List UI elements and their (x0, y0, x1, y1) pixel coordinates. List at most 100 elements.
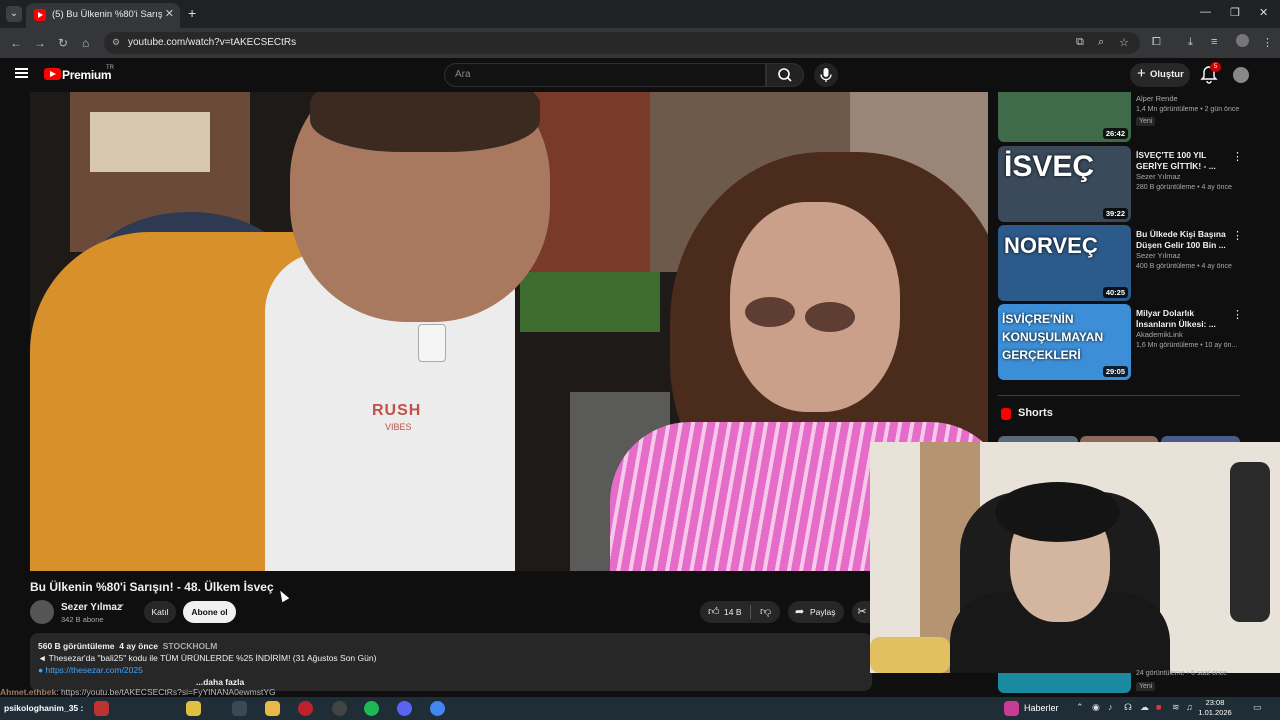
tray-mic-icon[interactable]: ♪ (1108, 702, 1113, 712)
show-more-button[interactable]: ...daha fazla (196, 677, 244, 687)
video-player[interactable]: RUSH VIBES (30, 92, 988, 571)
video-title[interactable]: Milyar Dolarlık İnsanların Ülkesi: ... (1136, 308, 1228, 330)
shorts-heading: Shorts (1018, 407, 1053, 419)
tray-expand-icon[interactable]: ⌃ (1076, 702, 1084, 713)
description-box[interactable]: 560 B görüntüleme 4 ay önce STOCKHOLM ◄ … (30, 633, 872, 691)
download-icon[interactable]: ⤓ (1188, 36, 1193, 49)
tray-app-icon[interactable]: ◉ (1092, 702, 1100, 713)
address-bar[interactable]: ⚙ youtube.com/watch?v=tAKECSECtRs ⧉ ⌕ ☆ (104, 32, 1140, 54)
youtube-premium-logo[interactable]: Premium (62, 68, 112, 82)
recommended-video[interactable]: İSVİÇRE'NİN KONUŞULMAYAN GERÇEKLERİ 29:0… (998, 304, 1248, 380)
description-line: ◄ Thesezar'da "bali25" kodu ile TÜM ÜRÜN… (38, 653, 377, 663)
more-options-icon[interactable]: ⋮ (1232, 150, 1243, 163)
shorts-icon (1001, 408, 1011, 420)
reload-icon[interactable]: ↻ (58, 36, 68, 50)
clip-scissors-icon[interactable]: ✂ (852, 601, 872, 623)
pinned-app-icon[interactable] (94, 701, 109, 716)
channel-name[interactable]: Sezer Yılmaz (61, 602, 122, 613)
recommended-video[interactable]: 24 görüntüleme • 6 saat önce Yeni (998, 670, 1248, 693)
volume-icon[interactable]: ♫ (1186, 702, 1193, 712)
home-icon[interactable]: ⌂ (82, 36, 89, 50)
recommended-video[interactable]: İSVEÇ 39:22 İSVEÇ'TE 100 YIL GERİYE GİTT… (998, 146, 1248, 222)
browser-menu-icon[interactable]: ⋮ (1262, 36, 1273, 49)
video-channel[interactable]: Sezer Yılmaz (1136, 172, 1180, 181)
system-clock[interactable]: 23:08 1.01.2026 (1196, 698, 1234, 718)
forward-icon[interactable]: → (34, 36, 46, 50)
video-meta: 1,6 Mn görüntüleme • 10 ay ön... (1136, 342, 1238, 349)
chrome-icon[interactable] (430, 701, 445, 716)
media-control-icon[interactable]: ≡ (1211, 36, 1217, 48)
thumbs-down-icon[interactable]: 👎︎ (760, 605, 771, 618)
verified-check-icon: ✔ (118, 602, 125, 611)
search-button[interactable] (766, 63, 804, 87)
recommended-video[interactable]: NORVEÇ 40:25 Bu Ülkede Kişi Başına Düşen… (998, 225, 1248, 301)
task-view-icon[interactable] (232, 701, 247, 716)
windows-taskbar: psikologhanim_35 : Haberler ⌃ ◉ ♪ ☊ ☁ ■ … (0, 697, 1280, 720)
browser-tab-bar: ⌄ (5) Bu Ülkenin %80'i Sarışın! - 48. Ül… (0, 0, 1280, 28)
news-widget-label[interactable]: Haberler (1024, 703, 1059, 713)
plus-icon: + (1137, 65, 1146, 82)
discord-icon[interactable] (397, 701, 412, 716)
video-meta: 24 görüntüleme • 6 saat önce (1136, 670, 1228, 677)
share-button[interactable]: ➦ Paylaş (788, 601, 844, 623)
video-thumbnail[interactable]: 26:42 (998, 92, 1131, 142)
wifi-icon[interactable]: ≋ (1172, 702, 1180, 713)
opera-icon[interactable] (298, 701, 313, 716)
more-options-icon[interactable]: ⋮ (1232, 229, 1243, 242)
tab-search-dropdown-icon[interactable]: ⌄ (6, 6, 22, 22)
location-tag[interactable]: STOCKHOLM (163, 641, 218, 651)
tab-close-icon[interactable]: ✕ (165, 7, 174, 20)
extensions-icon[interactable]: ⧠ (1152, 36, 1161, 49)
spotify-icon[interactable] (364, 701, 379, 716)
thumbnail-text: İSVEÇ (1004, 150, 1095, 183)
restore-icon[interactable]: ❐ (1230, 6, 1240, 19)
video-title[interactable]: İSVEÇ'TE 100 YIL GERİYE GİTTİK! - ... (1136, 150, 1228, 172)
description-link-text[interactable]: https://thesezar.com/2025 (46, 665, 143, 675)
video-channel[interactable]: AkademikLink (1136, 330, 1183, 339)
address-url: youtube.com/watch?v=tAKECSECtRs (128, 37, 297, 48)
join-button[interactable]: Katıl (144, 601, 176, 623)
zoom-icon[interactable]: ⌕ (1098, 36, 1104, 49)
video-thumbnail[interactable]: İSVEÇ 39:22 (998, 146, 1131, 222)
back-icon[interactable]: ← (10, 36, 22, 50)
site-info-icon[interactable]: ⚙ (112, 37, 120, 48)
copilot-icon[interactable] (186, 701, 201, 716)
tray-cloud-icon[interactable]: ☁ (1140, 702, 1149, 713)
obs-icon[interactable] (332, 701, 347, 716)
more-options-icon[interactable]: ⋮ (1232, 308, 1243, 321)
menu-icon[interactable] (15, 68, 28, 78)
video-channel[interactable]: Alper Rende (1136, 94, 1178, 103)
subscribe-button[interactable]: Abone ol (183, 601, 236, 623)
file-explorer-icon[interactable] (265, 701, 280, 716)
tray-headset-icon[interactable]: ☊ (1124, 702, 1132, 713)
profile-avatar[interactable] (1236, 34, 1249, 47)
channel-avatar[interactable] (30, 600, 54, 624)
notifications-button[interactable]: 5 (1200, 62, 1221, 84)
video-thumbnail[interactable]: İSVİÇRE'NİN KONUŞULMAYAN GERÇEKLERİ 29:0… (998, 304, 1131, 380)
video-title[interactable]: Bu Ülkede Kişi Başına Düşen Gelir 100 Bi… (1136, 229, 1228, 251)
voice-search-button[interactable] (814, 63, 838, 87)
browser-tab[interactable]: (5) Bu Ülkenin %80'i Sarışın! - 48. Ülke… (26, 3, 180, 28)
close-window-icon[interactable]: ✕ (1259, 6, 1268, 19)
thumbs-up-icon[interactable]: 👍︎ (708, 605, 720, 618)
description-meta: 560 B görüntüleme 4 ay önce STOCKHOLM (38, 641, 217, 651)
notification-center-icon[interactable]: ▭ (1253, 702, 1262, 713)
search-input[interactable]: Ara (444, 63, 766, 87)
video-channel[interactable]: Sezer Yılmaz (1136, 251, 1180, 260)
video-thumbnail[interactable] (998, 673, 1131, 693)
tray-antivirus-icon[interactable]: ■ (1156, 702, 1161, 712)
new-tab-icon[interactable]: + (188, 5, 196, 21)
youtube-logo-icon[interactable] (44, 68, 61, 80)
news-widget-icon[interactable] (1004, 701, 1019, 716)
bookmark-star-icon[interactable]: ☆ (1119, 36, 1129, 49)
create-button[interactable]: + Oluştur (1130, 63, 1190, 87)
account-avatar[interactable] (1233, 67, 1249, 83)
minimize-icon[interactable]: — (1200, 6, 1211, 18)
thumbnail-text: NORVEÇ (1004, 233, 1098, 258)
video-thumbnail[interactable]: NORVEÇ 40:25 (998, 225, 1131, 301)
like-count[interactable]: 14 B (724, 607, 742, 617)
description-link[interactable]: ● https://thesezar.com/2025 (38, 665, 143, 675)
subscriber-count: 342 B abone (61, 615, 104, 624)
duration-badge: 29:05 (1102, 366, 1128, 377)
install-app-icon[interactable]: ⧉ (1076, 36, 1084, 49)
